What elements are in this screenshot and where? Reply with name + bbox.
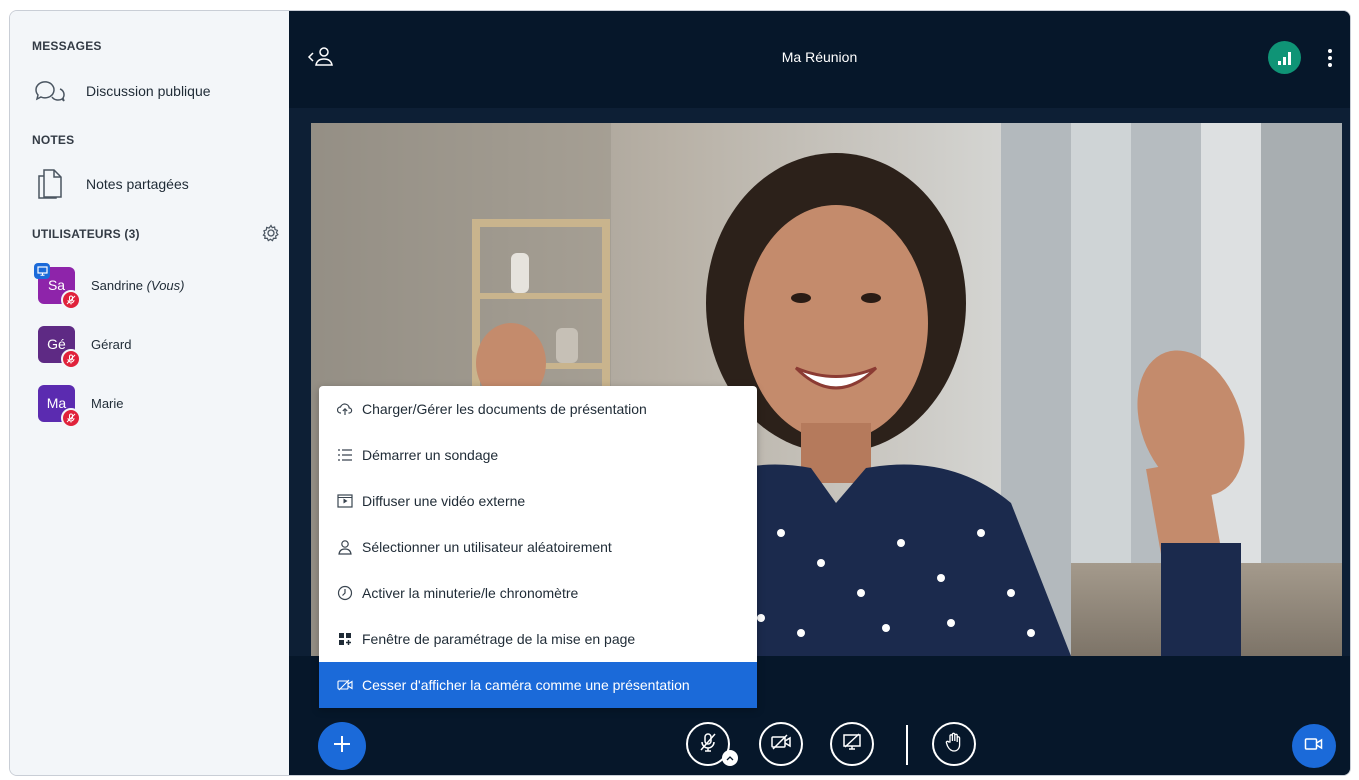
app-window: MESSAGES Discussion publique NOTES Notes… (9, 10, 1351, 776)
public-chat-label: Discussion publique (86, 83, 211, 99)
microphone-off-icon (699, 732, 717, 757)
presenter-icon (34, 262, 50, 279)
actions-dropdown-menu: Charger/Gérer les documents de présentat… (319, 386, 757, 708)
sidebar: MESSAGES Discussion publique NOTES Notes… (10, 11, 289, 775)
menu-item-label: Cesser d'afficher la caméra comme une pr… (362, 677, 690, 693)
connection-status-icon[interactable] (1268, 41, 1301, 74)
menu-item-layout-settings[interactable]: Fenêtre de paramétrage de la mise en pag… (319, 616, 757, 662)
avatar-initials: Gé (47, 336, 66, 352)
menu-item-label: Charger/Gérer les documents de présentat… (362, 401, 647, 417)
user-name-text: Marie (91, 395, 124, 411)
menu-item-label: Démarrer un sondage (362, 447, 499, 463)
camera-off-icon (770, 733, 792, 755)
avatar-initials: Sa (47, 277, 66, 293)
document-icon (32, 168, 72, 200)
menu-item-label: Fenêtre de paramétrage de la mise en pag… (362, 631, 636, 647)
toolbar-separator (906, 725, 908, 765)
muted-mic-icon (61, 407, 81, 428)
notes-section-title: NOTES (32, 133, 75, 147)
chat-bubbles-icon (32, 75, 72, 107)
cloud-upload-icon (337, 401, 353, 417)
share-webcam-button[interactable] (759, 722, 803, 766)
menu-item-label: Activer la minuterie/le chronomètre (362, 585, 579, 601)
more-options-icon[interactable] (1324, 47, 1336, 69)
hand-icon (945, 732, 963, 757)
user-item-marie[interactable]: Ma Marie (38, 383, 268, 428)
shared-notes-label: Notes partagées (86, 176, 189, 192)
menu-item-start-poll[interactable]: Démarrer un sondage (319, 432, 757, 478)
plus-icon (332, 734, 352, 759)
avatar: Ma (38, 384, 81, 428)
avatar: Gé (38, 325, 81, 369)
top-bar: Ma Réunion (289, 11, 1350, 108)
user-item-sandrine[interactable]: Sa Sandrine (Vous) (34, 262, 268, 310)
user-name-text: Sandrine (91, 277, 144, 293)
muted-mic-icon (61, 289, 81, 310)
user-item-gerard[interactable]: Gé Gérard (38, 324, 268, 369)
menu-item-random-user[interactable]: Sélectionner un utilisateur aléatoiremen… (319, 524, 757, 570)
timer-icon (337, 585, 353, 601)
camera-presentation-button[interactable] (1292, 724, 1336, 768)
messages-section-title: MESSAGES (32, 39, 102, 53)
users-section-title: UTILISATEURS (3) (32, 227, 140, 241)
avatar-initials: Ma (46, 395, 67, 411)
user-name: Sandrine (Vous) (91, 278, 184, 293)
menu-item-timer[interactable]: Activer la minuterie/le chronomètre (319, 570, 757, 616)
menu-item-label: Sélectionner un utilisateur aléatoiremen… (362, 539, 612, 555)
public-chat-item[interactable]: Discussion publique (32, 71, 272, 111)
share-screen-button[interactable] (830, 722, 874, 766)
avatar: Sa (34, 262, 81, 310)
raise-hand-button[interactable] (932, 722, 976, 766)
shared-notes-item[interactable]: Notes partagées (32, 164, 272, 204)
camera-off-icon (337, 677, 353, 693)
muted-mic-icon (61, 348, 81, 369)
menu-item-upload-presentation[interactable]: Charger/Gérer les documents de présentat… (319, 386, 757, 432)
external-video-icon (337, 493, 353, 509)
meeting-title: Ma Réunion (781, 49, 858, 65)
self-indicator: (Vous) (146, 277, 185, 293)
user-icon (337, 539, 353, 555)
gear-icon[interactable] (262, 224, 280, 242)
menu-item-stop-camera-presentation[interactable]: Cesser d'afficher la caméra comme une pr… (319, 662, 757, 708)
menu-item-label: Diffuser une vidéo externe (362, 493, 526, 509)
audio-options-icon[interactable] (722, 750, 738, 766)
menu-item-external-video[interactable]: Diffuser une vidéo externe (319, 478, 757, 524)
actions-menu-button[interactable] (318, 722, 366, 770)
screen-share-off-icon (842, 732, 862, 756)
video-camera-icon (1304, 737, 1324, 756)
poll-list-icon (337, 447, 353, 463)
layout-icon (337, 631, 353, 647)
user-name-text: Gérard (91, 336, 132, 352)
